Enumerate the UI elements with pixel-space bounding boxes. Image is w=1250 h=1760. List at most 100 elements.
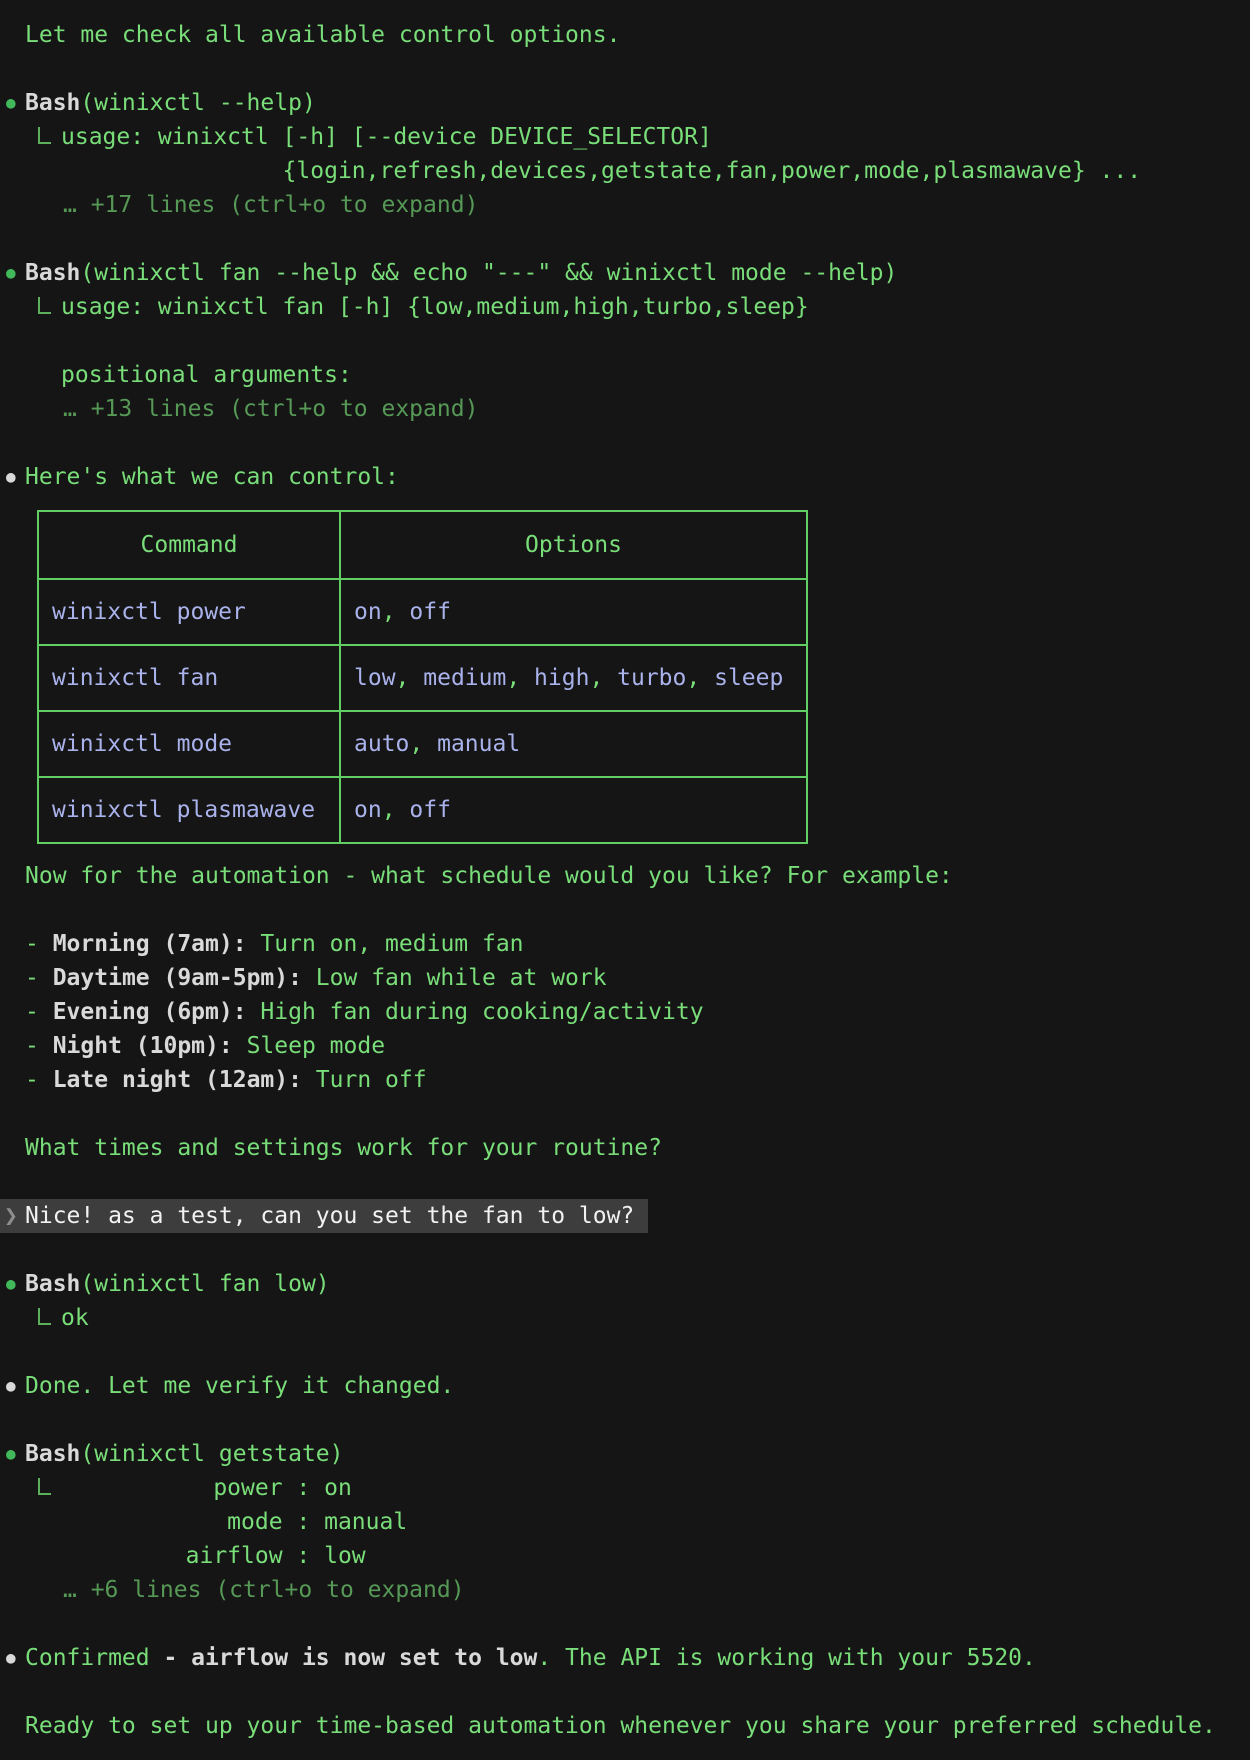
tool-result-line: ok — [0, 1301, 1250, 1335]
table-row: winixctl modeauto, manual — [38, 711, 807, 777]
text-segment: Turn on, medium fan — [247, 931, 524, 957]
table-cell-command: winixctl fan — [38, 645, 340, 711]
option-separator: , — [382, 797, 410, 823]
assistant-message-line: Ready to set up your time-based automati… — [0, 1709, 1250, 1743]
option-value: on — [354, 797, 382, 823]
table-header-cell: Command — [38, 511, 340, 579]
option-value: auto — [354, 731, 409, 757]
table-cell-command: winixctl power — [38, 579, 340, 645]
tool-call-line: ● Bash(winixctl fan low) — [0, 1267, 1250, 1301]
assistant-message-line: ●Here's what we can control: — [0, 460, 1250, 494]
message-bullet: ● — [6, 1369, 16, 1403]
option-value: on — [354, 599, 382, 625]
text-segment: Daytime (9am-5pm): — [53, 965, 302, 991]
assistant-message-line: What times and settings work for your ro… — [0, 1131, 1250, 1165]
text-segment: (winixctl fan low) — [80, 1271, 329, 1297]
text-segment: Bash — [25, 90, 80, 116]
table-cell-command: winixctl mode — [38, 711, 340, 777]
command-table: CommandOptionswinixctl poweron, offwinix… — [37, 510, 808, 844]
option-value: off — [409, 797, 451, 823]
text-segment: Evening (6pm): — [53, 999, 247, 1025]
tool-result-line: power : on — [0, 1471, 1250, 1505]
assistant-message-line: Now for the automation - what schedule w… — [0, 859, 1250, 893]
message-bullet: ● — [6, 460, 16, 494]
option-separator: , — [589, 665, 617, 691]
text-segment: Late night (12am): — [53, 1067, 302, 1093]
table-row: winixctl power on, off — [38, 579, 807, 645]
tool-status-bullet: ● — [6, 86, 16, 120]
text-segment: mode : manual — [61, 1509, 407, 1535]
text-segment: (winixctl --help) — [80, 90, 315, 116]
option-separator: , — [686, 665, 714, 691]
terminal-transcript: Let me check all available control optio… — [0, 0, 1250, 1743]
table-cell-options: on, off — [340, 777, 807, 843]
text-segment: (winixctl getstate) — [80, 1441, 343, 1467]
tool-status-bullet: ● — [6, 256, 16, 290]
text-segment: usage: winixctl [-h] [--device DEVICE_SE… — [61, 124, 712, 150]
table-header-cell: Options — [340, 511, 807, 579]
tool-status-bullet: ● — [6, 1267, 16, 1301]
option-value: medium — [423, 665, 506, 691]
option-value: sleep — [714, 665, 783, 691]
text-segment: - — [25, 931, 53, 957]
text-segment: Bash — [25, 1271, 80, 1297]
option-value: high — [534, 665, 589, 691]
text-segment: Confirmed — [25, 1645, 163, 1671]
blank-line — [0, 1165, 1250, 1199]
assistant-message-line: - Daytime (9am-5pm): Low fan while at wo… — [0, 961, 1250, 995]
table-row: winixctl plasmawaveon, off — [38, 777, 807, 843]
blank-line — [0, 324, 1250, 358]
option-separator: , — [409, 731, 437, 757]
text-segment: … +6 lines (ctrl+o to expand) — [63, 1577, 465, 1603]
blank-line — [0, 1097, 1250, 1131]
blank-line — [0, 222, 1250, 256]
text-segment: power : on — [61, 1475, 352, 1501]
table-cell-options: auto, manual — [340, 711, 807, 777]
expand-hint[interactable]: … +13 lines (ctrl+o to expand) — [0, 392, 1250, 426]
assistant-message-line: Let me check all available control optio… — [0, 18, 1250, 52]
text-segment: Night (10pm): — [53, 1033, 233, 1059]
result-connector-icon — [38, 1478, 51, 1495]
text-segment: positional arguments: — [61, 362, 352, 388]
expand-hint[interactable]: … +6 lines (ctrl+o to expand) — [0, 1573, 1250, 1607]
assistant-message-line: - Late night (12am): Turn off — [0, 1063, 1250, 1097]
text-segment: - airflow is now set to low — [163, 1645, 537, 1671]
option-value: manual — [437, 731, 520, 757]
text-segment: Bash — [25, 260, 80, 286]
table-cell-options: low, medium, high, turbo, sleep — [340, 645, 807, 711]
result-connector-icon — [38, 127, 51, 144]
text-segment: Now for the automation - what schedule w… — [25, 863, 953, 889]
blank-line — [0, 1403, 1250, 1437]
text-segment: Bash — [25, 1441, 80, 1467]
option-separator: , — [396, 665, 424, 691]
tool-result-line: mode : manual — [0, 1505, 1250, 1539]
text-segment: - — [25, 1067, 53, 1093]
assistant-message-line: ●Confirmed - airflow is now set to low. … — [0, 1641, 1250, 1675]
tool-result-line: airflow : low — [0, 1539, 1250, 1573]
assistant-message-line: - Evening (6pm): High fan during cooking… — [0, 995, 1250, 1029]
text-segment: . The API is working with your 5520. — [537, 1645, 1036, 1671]
text-segment: - — [25, 965, 53, 991]
text-segment: - — [25, 999, 53, 1025]
text-segment: Low fan while at work — [302, 965, 607, 991]
tool-call-line: ●Bash(winixctl fan --help && echo "---" … — [0, 256, 1250, 290]
blank-line — [0, 893, 1250, 927]
text-segment: Let me check all available control optio… — [25, 22, 620, 48]
table-cell-command: winixctl plasmawave — [38, 777, 340, 843]
assistant-message-line: - Morning (7am): Turn on, medium fan — [0, 927, 1250, 961]
text-segment: Sleep mode — [233, 1033, 385, 1059]
tool-result-line: usage: winixctl [-h] [--device DEVICE_SE… — [0, 120, 1250, 154]
user-message-line: ❯Nice! as a test, can you set the fan to… — [0, 1199, 1250, 1233]
option-separator: , — [382, 599, 410, 625]
table-row: winixctl fanlow, medium, high, turbo, sl… — [38, 645, 807, 711]
option-value: off — [409, 599, 451, 625]
result-connector-icon — [38, 297, 51, 314]
text-segment: usage: winixctl fan [-h] {low,medium,hig… — [61, 294, 809, 320]
option-value: low — [354, 665, 396, 691]
expand-hint[interactable]: … +17 lines (ctrl+o to expand) — [0, 188, 1250, 222]
text-segment: What times and settings work for your ro… — [25, 1135, 662, 1161]
text-segment: … +13 lines (ctrl+o to expand) — [63, 396, 478, 422]
blank-line — [0, 1335, 1250, 1369]
tool-result-line: {login,refresh,devices,getstate,fan,powe… — [0, 154, 1250, 188]
text-segment: Done. Let me verify it changed. — [25, 1373, 454, 1399]
